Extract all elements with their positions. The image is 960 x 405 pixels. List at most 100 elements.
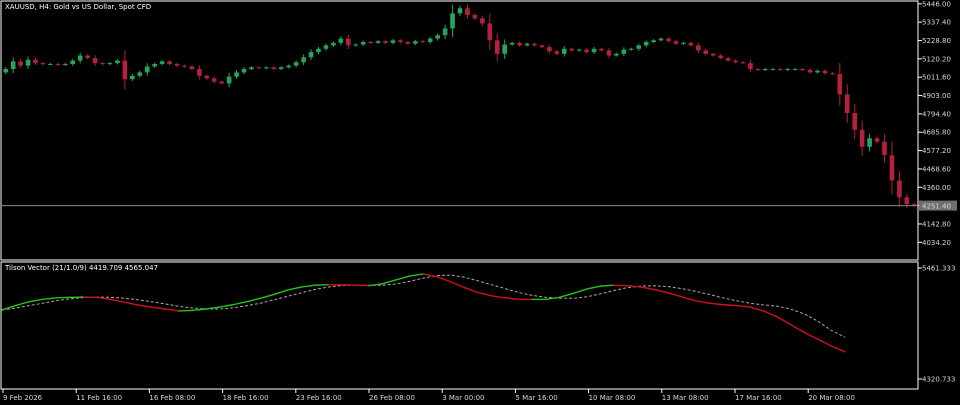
candle-body	[532, 43, 537, 46]
candle-body	[167, 61, 172, 64]
candle-body	[159, 61, 165, 64]
candle-body	[740, 62, 746, 64]
x-tick-label: 17 Mar 16:00	[735, 394, 782, 402]
x-tick-label: 11 Feb 16:00	[76, 394, 122, 402]
tilson-segment	[449, 281, 465, 289]
candle-body	[874, 138, 880, 142]
indicator-y-tick-label: 5461.333	[922, 265, 955, 273]
tilson-segment	[789, 323, 805, 334]
candle-body	[822, 70, 828, 74]
candle-body	[398, 40, 403, 43]
candle-body	[323, 45, 329, 49]
candle-body	[226, 76, 232, 84]
tilson-segment	[803, 331, 819, 340]
candle-body	[576, 49, 582, 51]
candle-body	[830, 73, 835, 75]
tilson-segment	[232, 301, 248, 306]
candle-body	[390, 40, 396, 43]
candle-body	[55, 63, 61, 65]
candle-body	[703, 50, 709, 54]
indicator-pane-frame	[0, 261, 919, 390]
candle-body	[502, 44, 507, 54]
tilson-segment	[776, 316, 792, 326]
x-tick-label: 23 Feb 16:00	[296, 394, 342, 402]
tilson-main-line	[1, 273, 846, 353]
tilson-segment	[436, 276, 452, 283]
candle-body	[271, 67, 277, 70]
tilson-segment	[545, 296, 561, 300]
candle-body	[405, 42, 411, 44]
candle-body	[897, 180, 902, 198]
candle-body	[718, 55, 723, 59]
tilson-segment	[735, 304, 751, 308]
candle-body	[256, 67, 262, 69]
candle-body	[442, 28, 448, 36]
x-tick-label: 5 Mar 16:00	[515, 394, 557, 402]
x-tick-label: 26 Feb 08:00	[369, 394, 415, 402]
y-tick-label: 5120.20	[922, 55, 951, 63]
candle-body	[606, 50, 612, 56]
main-pane-frame	[0, 0, 919, 261]
tilson-segment	[653, 288, 669, 294]
tilson-segment	[28, 298, 44, 303]
tilson-segment	[382, 279, 398, 285]
candle-body	[144, 66, 150, 73]
candle-body	[353, 44, 359, 46]
candle-body	[837, 74, 843, 95]
candle-body	[77, 55, 83, 61]
tilson-segment	[14, 301, 30, 307]
y-tick-label: 4468.60	[922, 165, 951, 173]
candle-body	[234, 72, 239, 77]
candle-body	[599, 48, 604, 51]
tilson-segment	[110, 298, 126, 303]
candle-body	[10, 61, 16, 70]
candle-body	[122, 60, 128, 80]
y-tick-label: 4577.20	[922, 147, 951, 155]
tilson-segment	[599, 284, 615, 287]
candle-body	[733, 60, 738, 63]
candle-body	[308, 52, 314, 58]
candle-body	[904, 197, 910, 205]
tilson-segment	[123, 301, 139, 306]
candle-body	[561, 48, 567, 54]
candle-body	[375, 41, 381, 43]
candle-body	[264, 67, 269, 69]
tilson-segment	[164, 308, 180, 312]
candle-body	[70, 60, 76, 64]
candle-body	[219, 81, 224, 84]
tilson-segment	[218, 303, 234, 308]
candle-body	[427, 38, 433, 43]
candle-body	[539, 45, 545, 48]
tilson-segment	[422, 273, 438, 278]
x-tick-label: 16 Feb 08:00	[149, 394, 195, 402]
x-tick-label: 13 Mar 08:00	[662, 394, 709, 402]
candle-body	[413, 41, 418, 44]
candle-body	[763, 69, 768, 71]
tilson-segment	[667, 292, 683, 298]
candle-body	[569, 48, 575, 51]
candle-body	[25, 59, 31, 66]
candle-body	[435, 35, 440, 39]
candle-body	[278, 67, 284, 70]
candle-body	[844, 94, 850, 113]
tilson-segment	[150, 306, 166, 310]
tilson-segment	[273, 289, 289, 296]
candle-body	[3, 69, 9, 73]
tilson-segment	[395, 275, 411, 281]
candle-body	[509, 42, 515, 45]
candle-body	[696, 45, 701, 51]
trading-chart[interactable]: 5446.00 5337.40 5228.80 5120.20 5011.60 4903.…	[0, 0, 960, 405]
candle-body	[494, 40, 500, 54]
candle-body	[286, 65, 292, 68]
candle-body	[755, 69, 761, 71]
tilson-segment	[286, 286, 302, 291]
candle-body	[614, 53, 619, 56]
candle-body	[785, 69, 790, 71]
y-tick-label: 5446.00	[922, 0, 951, 8]
candle-body	[241, 69, 247, 73]
tilson-segment	[490, 295, 506, 299]
candle-body	[681, 42, 686, 44]
candle-body	[338, 38, 344, 43]
candle-body	[591, 48, 597, 53]
tilson-segment	[694, 300, 710, 304]
